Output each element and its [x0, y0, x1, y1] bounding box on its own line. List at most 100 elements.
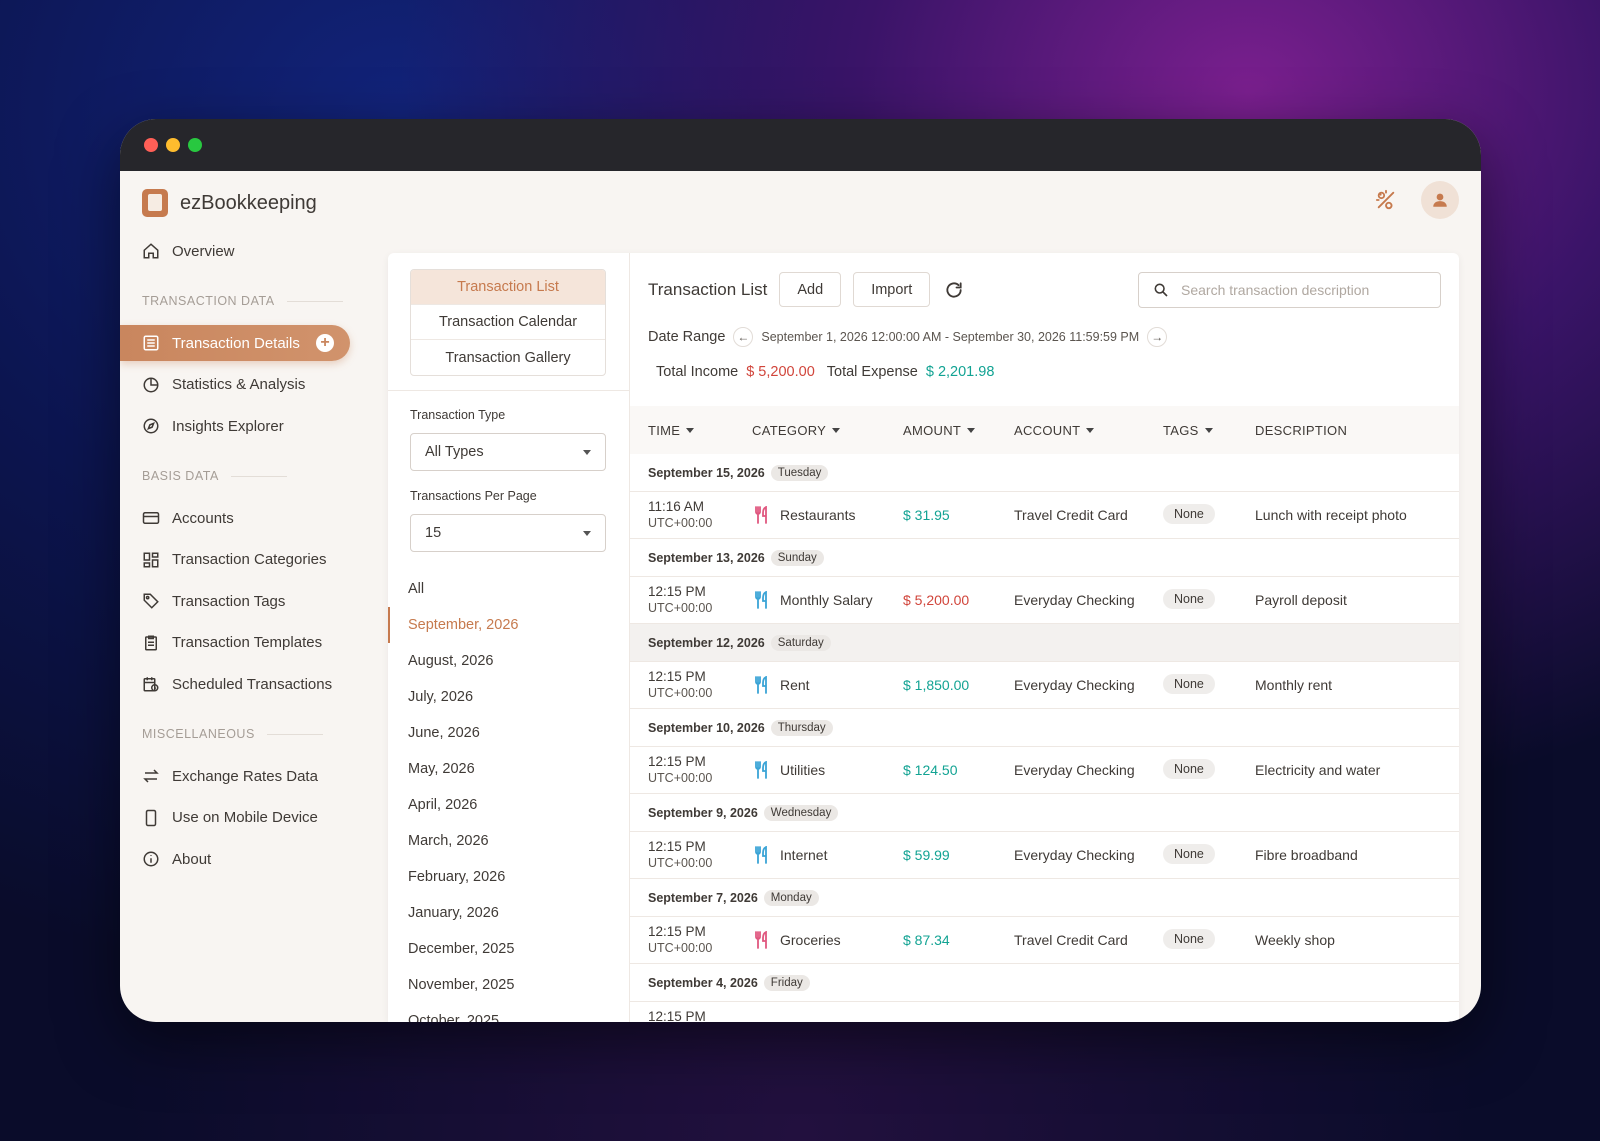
table-row[interactable]: 12:15 PM UTC+00:00 Rent $ 1,850.00 Everyday … — [630, 662, 1459, 709]
home-icon — [143, 243, 159, 259]
category-cell: Rent — [754, 676, 810, 694]
section-basis-data: BASIS DATA — [120, 466, 360, 486]
month-item-selected[interactable]: September, 2026 — [388, 607, 630, 643]
app-name: ezBookkeeping — [180, 191, 317, 214]
month-item[interactable]: All — [388, 571, 630, 607]
sidebar-item-scheduled[interactable]: Scheduled Transactions — [120, 666, 360, 702]
fork-knife-icon — [755, 931, 767, 949]
refresh-button[interactable] — [942, 278, 966, 302]
description-cell: Lunch with receipt photo — [1255, 507, 1407, 523]
add-button[interactable]: Add — [779, 272, 842, 307]
month-item[interactable]: June, 2026 — [388, 715, 630, 751]
refresh-icon — [946, 281, 962, 298]
per-page-select[interactable]: 15 — [410, 514, 606, 552]
month-item[interactable]: August, 2026 — [388, 643, 630, 679]
month-item[interactable]: April, 2026 — [388, 787, 630, 823]
month-item[interactable]: July, 2026 — [388, 679, 630, 715]
sidebar-item-transaction-details[interactable]: Transaction Details + — [120, 325, 350, 361]
per-page-label: Transactions Per Page — [410, 489, 537, 503]
search-input[interactable]: Search transaction description — [1138, 272, 1441, 308]
table-row[interactable]: 11:16 AM UTC+00:00 Restaurants $ 31.95 Trave… — [630, 492, 1459, 539]
time-cell: 12:15 PM UTC+00:00 — [648, 669, 713, 700]
fork-knife-icon — [755, 506, 767, 524]
account-cell: Everyday Checking — [1014, 677, 1135, 693]
description-cell: Monthly rent — [1255, 677, 1333, 693]
list-header: Transaction List Add Import — [648, 272, 966, 307]
sort-caret-icon — [686, 427, 695, 433]
category-cell: Restaurants — [754, 506, 855, 524]
date-group-row: September 15, 2026 Tuesday — [630, 454, 1459, 492]
month-item[interactable]: February, 2026 — [388, 859, 630, 895]
sort-caret-icon — [832, 427, 841, 433]
fork-knife-icon — [755, 761, 767, 779]
sidebar-item-exchange-rates[interactable]: Exchange Rates Data — [120, 758, 360, 794]
filter-pane: Transaction List Transaction Calendar Tr… — [388, 253, 630, 1022]
sidebar-item-label: Statistics & Analysis — [172, 376, 306, 393]
table-row[interactable]: 12:15 PM UTC+00:00 Utilities $ 124.50 Everyd… — [630, 747, 1459, 794]
tag-badge: None — [1163, 589, 1215, 609]
table-header: TIME CATEGORY AMOUNT ACCOUNT TAGS DESCRI… — [630, 406, 1459, 454]
theme-toggle-button[interactable] — [1367, 181, 1405, 219]
month-item[interactable]: March, 2026 — [388, 823, 630, 859]
maximize-window-button[interactable] — [188, 138, 202, 152]
fork-knife-icon — [755, 676, 767, 694]
group-date: September 13, 2026 — [648, 550, 765, 565]
weekday-badge: Monday — [763, 889, 819, 906]
month-item[interactable]: January, 2026 — [388, 895, 630, 931]
date-range-value[interactable]: September 1, 2026 12:00:00 AM - Septembe… — [761, 330, 1139, 344]
time-cell: 12:15 PM — [648, 1009, 706, 1022]
column-description: DESCRIPTION — [1255, 422, 1348, 438]
table-row[interactable]: 12:15 PM UTC+00:00 Monthly Salary $ 5,200.0… — [630, 577, 1459, 624]
user-avatar-button[interactable] — [1421, 181, 1459, 219]
account-cell: Travel Credit Card — [1014, 507, 1128, 523]
category-cell: Monthly Salary — [754, 591, 873, 609]
month-item[interactable]: October, 2025 — [388, 1003, 630, 1022]
tab-transaction-list[interactable]: Transaction List — [411, 270, 605, 305]
time-cell: 11:16 AM UTC+00:00 — [648, 499, 713, 530]
date-range-label: Date Range — [648, 329, 726, 345]
month-item[interactable]: December, 2025 — [388, 931, 630, 967]
table-row[interactable]: 12:15 PM UTC+00:00 Groceries $ 87.34 Travel … — [630, 917, 1459, 964]
column-account[interactable]: ACCOUNT — [1014, 423, 1095, 438]
sidebar-item-overview[interactable]: Overview — [120, 233, 360, 269]
next-range-button[interactable]: → — [1147, 327, 1168, 347]
sidebar-item-mobile[interactable]: Use on Mobile Device — [120, 800, 360, 836]
chevron-down-icon — [583, 449, 591, 455]
minimize-window-button[interactable] — [166, 138, 180, 152]
column-category[interactable]: CATEGORY — [752, 423, 841, 438]
total-income-label: Total Income — [656, 364, 739, 380]
column-amount[interactable]: AMOUNT — [903, 423, 976, 438]
column-tags[interactable]: TAGS — [1163, 423, 1213, 438]
tab-transaction-calendar[interactable]: Transaction Calendar — [411, 305, 605, 340]
sidebar-item-label: About — [172, 850, 212, 868]
sidebar-item-label: Transaction Categories — [172, 551, 327, 568]
sidebar-item-accounts[interactable]: Accounts — [120, 500, 360, 536]
sidebar-item-tags[interactable]: Transaction Tags — [120, 583, 360, 619]
sidebar-item-categories[interactable]: Transaction Categories — [120, 542, 360, 578]
column-time[interactable]: TIME — [648, 423, 695, 438]
transaction-type-select[interactable]: All Types — [410, 433, 606, 471]
sidebar-item-about[interactable]: About — [120, 841, 360, 877]
brand[interactable]: ezBookkeeping — [142, 189, 317, 217]
page-title: Transaction List — [648, 279, 768, 299]
list-details-icon — [143, 335, 159, 351]
weekday-badge: Sunday — [770, 549, 824, 566]
sidebar-item-templates[interactable]: Transaction Templates — [120, 625, 360, 661]
date-group-row: September 12, 2026 Saturday — [630, 624, 1459, 662]
tab-transaction-gallery[interactable]: Transaction Gallery — [411, 340, 605, 375]
close-window-button[interactable] — [144, 138, 158, 152]
sidebar-item-label: Scheduled Transactions — [172, 675, 333, 693]
add-transaction-icon[interactable]: + — [316, 334, 334, 352]
sidebar-item-statistics[interactable]: Statistics & Analysis — [120, 367, 360, 403]
table-row[interactable]: 12:15 PM UTC+00:00 Internet $ 59.99 Everyday… — [630, 832, 1459, 879]
sidebar-item-insights[interactable]: Insights Explorer — [120, 408, 360, 444]
table-row[interactable]: 12:15 PM — [630, 1002, 1459, 1022]
previous-range-button[interactable]: ← — [733, 327, 754, 347]
categories-grid-icon — [143, 552, 159, 567]
month-item[interactable]: November, 2025 — [388, 967, 630, 1003]
theme-auto-icon — [1375, 189, 1395, 210]
transactions-card: Transaction List Transaction Calendar Tr… — [388, 253, 1459, 1022]
search-placeholder: Search transaction description — [1181, 282, 1370, 298]
import-button[interactable]: Import — [853, 272, 931, 307]
month-item[interactable]: May, 2026 — [388, 751, 630, 787]
